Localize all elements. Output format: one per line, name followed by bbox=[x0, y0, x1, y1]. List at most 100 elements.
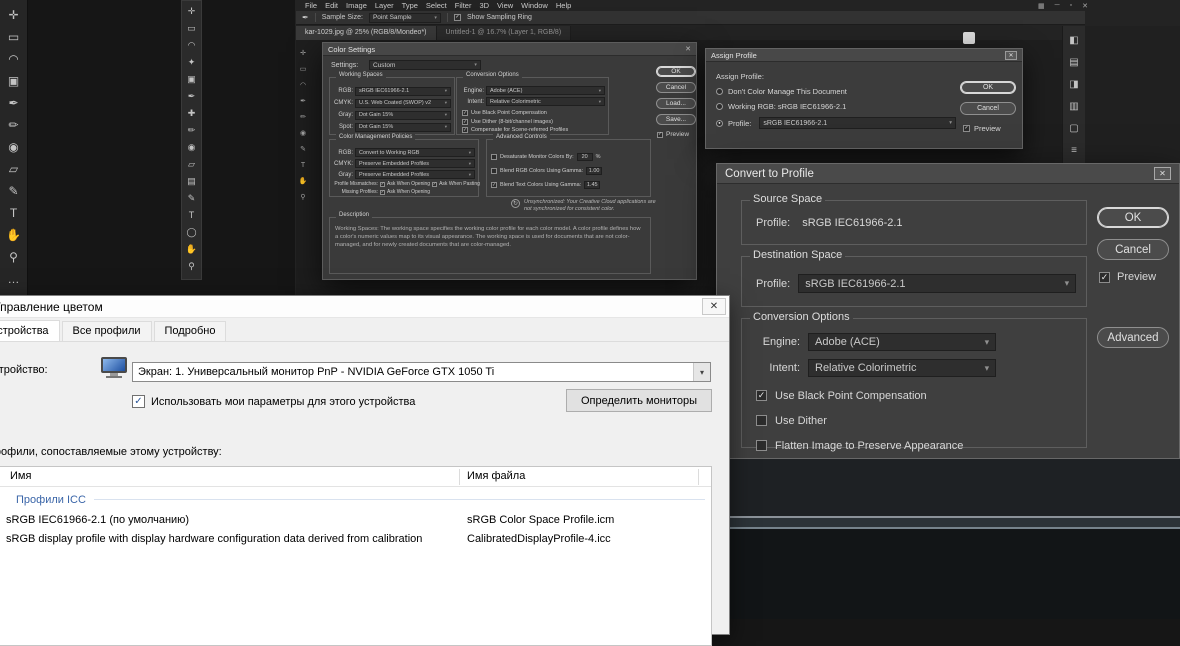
tool-icon[interactable]: ◯ bbox=[182, 224, 201, 241]
close-icon[interactable]: ✕ bbox=[685, 45, 691, 53]
dialog-titlebar[interactable]: Assign Profile ✕ bbox=[706, 49, 1022, 62]
column-header-name[interactable]: Имя bbox=[10, 470, 31, 482]
checkbox[interactable]: ✓ bbox=[462, 127, 468, 134]
destination-profile-dropdown[interactable]: sRGB IEC61966-2.1 ▾ bbox=[798, 274, 1076, 293]
panel-icon[interactable]: ▢ bbox=[1063, 118, 1085, 140]
tool-icon[interactable]: ✒ bbox=[182, 88, 201, 105]
checkbox[interactable]: ✓ bbox=[462, 110, 468, 117]
dialog-titlebar[interactable]: Color Settings ✕ bbox=[323, 43, 696, 56]
column-header-file[interactable]: Имя файла bbox=[467, 470, 525, 482]
close-button[interactable]: ✕ bbox=[702, 298, 726, 315]
menu-item[interactable]: Image bbox=[346, 1, 367, 10]
menu-item[interactable]: Layer bbox=[375, 1, 394, 10]
preview-checkbox[interactable]: ✓ bbox=[657, 131, 663, 138]
tool-icon[interactable]: ▭ bbox=[0, 26, 27, 48]
checkbox[interactable]: ✓ bbox=[491, 182, 497, 188]
document-tab[interactable]: kar-1029.jpg @ 25% (RGB/8/Mondeo*) bbox=[296, 26, 437, 40]
tool-icon[interactable]: ✋ bbox=[182, 241, 201, 258]
engine-dropdown[interactable]: Adobe (ACE) ▾ bbox=[808, 333, 996, 351]
tool-icon[interactable]: ✎ bbox=[297, 142, 309, 158]
checkbox[interactable]: ✓ bbox=[380, 189, 385, 195]
sampling-ring-checkbox[interactable]: ✓ bbox=[453, 14, 461, 21]
window-titlebar[interactable]: Управление цветом ✕ bbox=[0, 296, 729, 318]
tab-devices[interactable]: Устройства bbox=[0, 320, 60, 341]
value-field[interactable]: 1.45 bbox=[584, 181, 601, 189]
menu-item[interactable]: Window bbox=[521, 1, 548, 10]
column-divider[interactable] bbox=[698, 469, 699, 485]
checkbox[interactable] bbox=[491, 168, 497, 174]
tool-icon[interactable]: ✏ bbox=[182, 122, 201, 139]
policy-dropdown[interactable]: Convert to Working RGB ▾ bbox=[355, 148, 475, 157]
load-button[interactable]: Load... bbox=[656, 98, 696, 109]
tool-icon[interactable]: … bbox=[0, 268, 27, 290]
radio-button[interactable]: ● bbox=[716, 119, 723, 127]
dialog-titlebar[interactable]: Convert to Profile ✕ bbox=[717, 164, 1179, 184]
device-dropdown[interactable]: Экран: 1. Универсальный монитор PnP - NV… bbox=[132, 362, 711, 382]
close-icon[interactable]: ✕ bbox=[1005, 50, 1017, 60]
tool-icon[interactable]: ▭ bbox=[182, 20, 201, 37]
radio-button[interactable] bbox=[716, 88, 723, 95]
tool-icon[interactable]: ▱ bbox=[0, 158, 27, 180]
menu-item[interactable]: Type bbox=[402, 1, 418, 10]
tool-icon[interactable]: ✎ bbox=[0, 180, 27, 202]
menu-item[interactable]: Help bbox=[556, 1, 571, 10]
advanced-button[interactable]: Advanced bbox=[1097, 327, 1169, 348]
checkbox[interactable]: ✓ bbox=[462, 118, 468, 125]
window-icon[interactable]: ✕ bbox=[1082, 2, 1088, 10]
close-icon[interactable]: ✕ bbox=[1154, 167, 1171, 180]
panel-icon[interactable]: ▥ bbox=[1063, 96, 1085, 118]
policy-dropdown[interactable]: Preserve Embedded Profiles ▾ bbox=[355, 170, 475, 179]
ok-button[interactable]: OK bbox=[656, 66, 696, 77]
checkbox[interactable] bbox=[756, 440, 767, 451]
value-field[interactable]: 1.00 bbox=[586, 167, 603, 175]
checkbox[interactable] bbox=[491, 154, 497, 160]
cancel-button[interactable]: Cancel bbox=[1097, 239, 1169, 260]
tool-icon[interactable]: ✒ bbox=[297, 94, 309, 110]
panel-icon[interactable]: ◧ bbox=[1063, 30, 1085, 52]
table-row[interactable]: sRGB IEC61966-2.1 (по умолчанию) sRGB Co… bbox=[0, 511, 711, 530]
cancel-button[interactable]: Cancel bbox=[960, 102, 1016, 115]
cc-badge-icon[interactable] bbox=[963, 32, 975, 44]
panel-icon[interactable]: ▤ bbox=[1063, 52, 1085, 74]
row-dropdown[interactable]: sRGB IEC61966-2.1 ▾ bbox=[355, 86, 451, 96]
tool-icon[interactable]: ◠ bbox=[0, 48, 27, 70]
row-dropdown[interactable]: Dot Gain 15% ▾ bbox=[355, 122, 451, 132]
row-dropdown[interactable]: Dot Gain 15% ▾ bbox=[355, 110, 451, 120]
tool-icon[interactable]: ✒ bbox=[0, 92, 27, 114]
tool-icon[interactable]: ◉ bbox=[297, 126, 309, 142]
tool-icon[interactable]: ▱ bbox=[182, 156, 201, 173]
tool-icon[interactable]: ◠ bbox=[182, 37, 201, 54]
tool-icon[interactable]: ▤ bbox=[182, 173, 201, 190]
tool-icon[interactable]: ◉ bbox=[0, 136, 27, 158]
menu-item[interactable]: Select bbox=[426, 1, 447, 10]
identify-monitors-button[interactable]: Определить мониторы bbox=[566, 389, 712, 412]
tool-icon[interactable]: ▣ bbox=[0, 70, 27, 92]
cancel-button[interactable]: Cancel bbox=[656, 82, 696, 93]
engine-dropdown[interactable]: Adobe (ACE) ▾ bbox=[486, 86, 605, 95]
tool-icon[interactable]: ✋ bbox=[0, 224, 27, 246]
tool-icon[interactable]: ✚ bbox=[182, 105, 201, 122]
tool-icon[interactable]: ✛ bbox=[297, 46, 309, 62]
use-my-settings-checkbox[interactable]: ✓ bbox=[132, 395, 145, 408]
menu-item[interactable]: Filter bbox=[455, 1, 472, 10]
tool-icon[interactable]: ✏ bbox=[297, 110, 309, 126]
tool-icon[interactable]: T bbox=[182, 207, 201, 224]
intent-dropdown[interactable]: Relative Colorimetric ▾ bbox=[808, 359, 996, 377]
tool-icon[interactable]: ◉ bbox=[182, 139, 201, 156]
tool-icon[interactable]: ⚲ bbox=[0, 246, 27, 268]
radio-button[interactable] bbox=[716, 103, 723, 110]
tool-icon[interactable]: ▭ bbox=[297, 62, 309, 78]
tool-icon[interactable]: ✎ bbox=[182, 190, 201, 207]
tool-icon[interactable]: T bbox=[0, 202, 27, 224]
panel-icon[interactable]: ≡ bbox=[1063, 140, 1085, 162]
tool-icon[interactable]: ▣ bbox=[182, 71, 201, 88]
tab-all-profiles[interactable]: Все профили bbox=[61, 321, 152, 341]
tool-icon[interactable]: ⚲ bbox=[297, 190, 309, 206]
panel-icon[interactable]: ◨ bbox=[1063, 74, 1085, 96]
tab-advanced[interactable]: Подробно bbox=[153, 321, 227, 341]
tool-icon[interactable]: ✛ bbox=[182, 3, 201, 20]
tool-icon[interactable]: T bbox=[297, 158, 309, 174]
policy-dropdown[interactable]: Preserve Embedded Profiles ▾ bbox=[355, 159, 475, 168]
table-group-row[interactable]: Профили ICC bbox=[0, 491, 705, 508]
sample-size-dropdown[interactable]: Point Sample ▾ bbox=[368, 12, 441, 23]
